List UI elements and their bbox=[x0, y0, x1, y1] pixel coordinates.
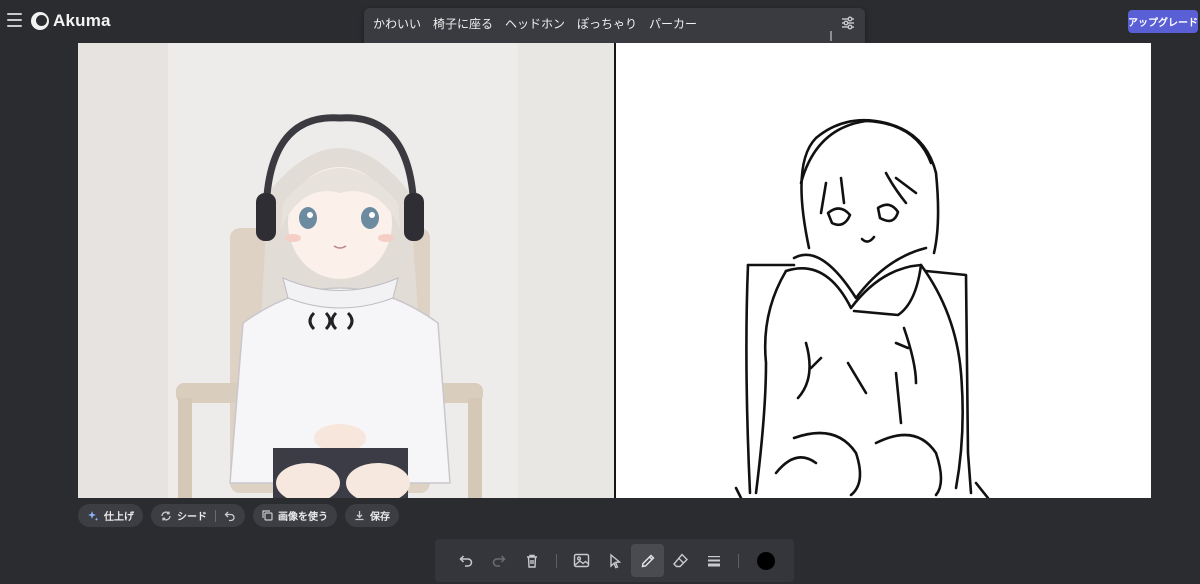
drawing-toolbar bbox=[435, 539, 794, 582]
image-action-bar: 仕上げ シード 画像を使う 保存 bbox=[78, 504, 399, 527]
generated-image[interactable] bbox=[78, 43, 614, 498]
save-button[interactable]: 保存 bbox=[345, 504, 399, 527]
pencil-icon bbox=[641, 554, 654, 567]
image-upload-button[interactable] bbox=[565, 544, 598, 577]
use-image-label: 画像を使う bbox=[278, 512, 328, 523]
save-label: 保存 bbox=[370, 512, 390, 523]
prompt-settings-button[interactable] bbox=[839, 14, 857, 32]
app-name: Akuma bbox=[53, 11, 111, 30]
copy-image-icon bbox=[262, 510, 273, 521]
undo-icon bbox=[458, 554, 472, 567]
akuma-logo-icon bbox=[31, 12, 49, 30]
toolbar-separator bbox=[738, 553, 739, 568]
sliders-icon bbox=[842, 16, 854, 30]
finish-button[interactable]: 仕上げ bbox=[78, 504, 143, 527]
menu-button[interactable] bbox=[7, 13, 22, 27]
seed-undo-icon[interactable] bbox=[224, 510, 236, 522]
download-icon bbox=[355, 511, 364, 521]
redo-button[interactable] bbox=[482, 544, 515, 577]
seed-label: シード bbox=[177, 512, 207, 523]
pencil-button[interactable] bbox=[631, 544, 664, 577]
app-logo[interactable]: Akuma bbox=[31, 11, 111, 31]
select-icon bbox=[609, 553, 621, 568]
hamburger-icon bbox=[7, 13, 22, 15]
undo-button[interactable] bbox=[449, 544, 482, 577]
redo-icon bbox=[492, 554, 506, 567]
seed-button[interactable]: シード bbox=[151, 504, 245, 527]
eraser-icon bbox=[673, 553, 688, 568]
image-icon bbox=[573, 553, 590, 568]
toolbar-separator bbox=[556, 553, 557, 568]
use-image-button[interactable]: 画像を使う bbox=[253, 504, 337, 527]
eraser-button[interactable] bbox=[664, 544, 697, 577]
brush-color-swatch[interactable] bbox=[757, 551, 775, 570]
trash-icon bbox=[526, 554, 537, 568]
sparkle-icon bbox=[88, 510, 99, 521]
stroke-width-button[interactable] bbox=[697, 544, 730, 577]
prompt-text[interactable]: かわいい 椅子に座る ヘッドホン ぽっちゃり パーカー bbox=[373, 15, 697, 32]
select-button[interactable] bbox=[598, 544, 631, 577]
stroke-width-icon bbox=[707, 555, 720, 566]
sketch-canvas[interactable] bbox=[616, 43, 1151, 498]
pill-separator bbox=[215, 509, 216, 522]
upgrade-button[interactable]: アップグレード bbox=[1128, 10, 1198, 33]
canvas-area bbox=[78, 43, 1151, 498]
text-cursor bbox=[830, 31, 832, 41]
refresh-icon bbox=[161, 511, 171, 520]
clear-button[interactable] bbox=[515, 544, 548, 577]
finish-label: 仕上げ bbox=[104, 512, 134, 523]
